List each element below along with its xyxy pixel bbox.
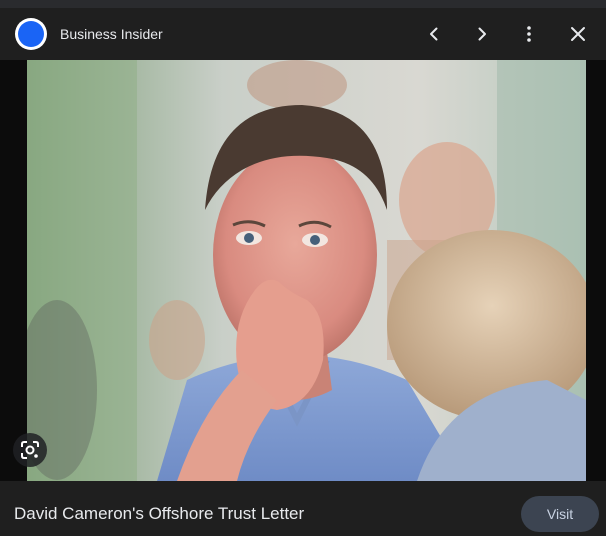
top-strip — [0, 0, 606, 8]
source-logo[interactable] — [15, 18, 47, 50]
more-options-button[interactable] — [513, 18, 545, 50]
source-name[interactable]: Business Insider — [60, 26, 163, 42]
image-margin-left — [0, 60, 27, 481]
preview-image[interactable] — [27, 60, 586, 481]
close-button[interactable] — [562, 18, 594, 50]
image-preview-panel: Business Insider David Cameron's Offshor… — [0, 0, 606, 536]
preview-footer: David Cameron's Offshore Trust Letter Vi… — [0, 481, 606, 536]
chevron-left-icon — [430, 27, 438, 41]
google-lens-button[interactable] — [13, 433, 47, 467]
next-button[interactable] — [466, 18, 498, 50]
previous-button[interactable] — [418, 18, 450, 50]
image-caption[interactable]: David Cameron's Offshore Trust Letter — [14, 504, 304, 524]
preview-header: Business Insider — [0, 8, 606, 60]
visit-button[interactable]: Visit — [521, 496, 599, 532]
business-insider-logo-icon — [18, 21, 44, 47]
close-icon — [571, 27, 585, 41]
news-photo — [27, 60, 586, 481]
lens-icon — [21, 441, 39, 459]
chevron-right-icon — [478, 27, 486, 41]
more-vert-icon — [527, 26, 531, 42]
image-margin-right — [586, 60, 606, 481]
